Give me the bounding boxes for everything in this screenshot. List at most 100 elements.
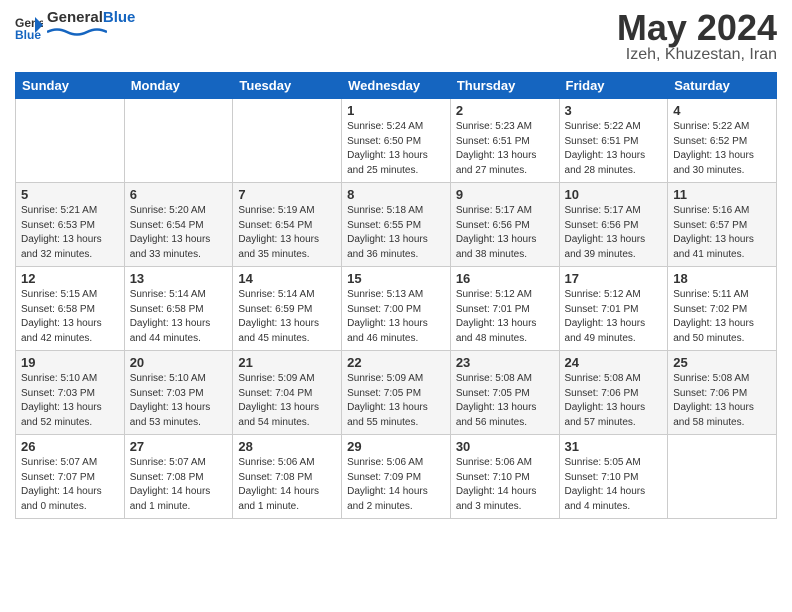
month-year: May 2024 <box>617 10 777 46</box>
table-cell: 22Sunrise: 5:09 AM Sunset: 7:05 PM Dayli… <box>342 351 451 435</box>
table-cell: 5 Sunrise: 5:21 AM Sunset: 6:53 PM Daylig… <box>16 183 125 267</box>
weekday-header-row: Sunday Monday Tuesday Wednesday Thursday… <box>16 73 777 99</box>
table-cell: 3 Sunrise: 5:22 AM Sunset: 6:51 PM Daylig… <box>559 99 668 183</box>
day-number: 18 <box>673 271 771 286</box>
table-cell: 23 Sunrise: 5:08 AM Sunset: 7:05 PM Dayli… <box>450 351 559 435</box>
day-number: 10 <box>565 187 663 202</box>
table-cell: 26 Sunrise: 5:07 AM Sunset: 7:07 PM Dayli… <box>16 435 125 519</box>
day-info: Sunrise: 5:09 AM Sunset: 7:04 PM Dayligh… <box>238 372 336 430</box>
day-number: 26 <box>21 439 119 454</box>
day-number: 14 <box>238 271 336 286</box>
table-cell: 1 Sunrise: 5:24 AM Sunset: 6:50 PM Daylig… <box>342 99 451 183</box>
table-cell <box>233 99 342 183</box>
header-saturday: Saturday <box>668 73 777 99</box>
table-cell <box>16 99 125 183</box>
day-info: Sunrise: 5:20 AM Sunset: 6:54 PM Dayligh… <box>130 204 228 262</box>
day-number: 25 <box>673 355 771 370</box>
table-cell: 9Sunrise: 5:17 AM Sunset: 6:56 PM Daylig… <box>450 183 559 267</box>
table-cell: 31 Sunrise: 5:05 AM Sunset: 7:10 PM Dayli… <box>559 435 668 519</box>
day-info: Sunrise: 5:12 AM Sunset: 7:01 PM Dayligh… <box>456 288 554 346</box>
day-number: 20 <box>130 355 228 370</box>
day-info: Sunrise: 5:19 AM Sunset: 6:54 PM Dayligh… <box>238 204 336 262</box>
day-number: 19 <box>21 355 119 370</box>
table-cell: 20 Sunrise: 5:10 AM Sunset: 7:03 PM Dayli… <box>124 351 233 435</box>
day-info: Sunrise: 5:12 AM Sunset: 7:01 PM Dayligh… <box>565 288 663 346</box>
day-info: Sunrise: 5:06 AM Sunset: 7:10 PM Dayligh… <box>456 456 554 514</box>
logo-blue: Blue <box>103 9 136 26</box>
location: Izeh, Khuzestan, Iran <box>617 46 777 64</box>
page: General Blue GeneralBlue May 2024 Izeh, … <box>0 0 792 612</box>
day-number: 1 <box>347 103 445 118</box>
day-info: Sunrise: 5:07 AM Sunset: 7:08 PM Dayligh… <box>130 456 228 514</box>
day-info: Sunrise: 5:14 AM Sunset: 6:58 PM Dayligh… <box>130 288 228 346</box>
table-cell: 30 Sunrise: 5:06 AM Sunset: 7:10 PM Dayli… <box>450 435 559 519</box>
day-number: 2 <box>456 103 554 118</box>
calendar-table: Sunday Monday Tuesday Wednesday Thursday… <box>15 72 777 519</box>
table-cell <box>668 435 777 519</box>
table-cell: 12 Sunrise: 5:15 AM Sunset: 6:58 PM Dayli… <box>16 267 125 351</box>
table-cell: 16 Sunrise: 5:12 AM Sunset: 7:01 PM Dayli… <box>450 267 559 351</box>
day-info: Sunrise: 5:08 AM Sunset: 7:05 PM Dayligh… <box>456 372 554 430</box>
table-cell: 8 Sunrise: 5:18 AM Sunset: 6:55 PM Daylig… <box>342 183 451 267</box>
table-cell: 11Sunrise: 5:16 AM Sunset: 6:57 PM Dayli… <box>668 183 777 267</box>
day-info: Sunrise: 5:08 AM Sunset: 7:06 PM Dayligh… <box>565 372 663 430</box>
header-friday: Friday <box>559 73 668 99</box>
header-tuesday: Tuesday <box>233 73 342 99</box>
day-info: Sunrise: 5:10 AM Sunset: 7:03 PM Dayligh… <box>130 372 228 430</box>
day-info: Sunrise: 5:10 AM Sunset: 7:03 PM Dayligh… <box>21 372 119 430</box>
header-thursday: Thursday <box>450 73 559 99</box>
day-info: Sunrise: 5:15 AM Sunset: 6:58 PM Dayligh… <box>21 288 119 346</box>
table-cell: 7 Sunrise: 5:19 AM Sunset: 6:54 PM Daylig… <box>233 183 342 267</box>
day-number: 23 <box>456 355 554 370</box>
week-row-2: 12 Sunrise: 5:15 AM Sunset: 6:58 PM Dayli… <box>16 267 777 351</box>
logo: General Blue GeneralBlue <box>15 10 135 44</box>
day-info: Sunrise: 5:07 AM Sunset: 7:07 PM Dayligh… <box>21 456 119 514</box>
day-number: 5 <box>21 187 119 202</box>
header-sunday: Sunday <box>16 73 125 99</box>
day-number: 31 <box>565 439 663 454</box>
day-number: 21 <box>238 355 336 370</box>
day-info: Sunrise: 5:13 AM Sunset: 7:00 PM Dayligh… <box>347 288 445 346</box>
table-cell: 19 Sunrise: 5:10 AM Sunset: 7:03 PM Dayli… <box>16 351 125 435</box>
day-number: 8 <box>347 187 445 202</box>
day-number: 12 <box>21 271 119 286</box>
table-cell: 6Sunrise: 5:20 AM Sunset: 6:54 PM Daylig… <box>124 183 233 267</box>
day-number: 24 <box>565 355 663 370</box>
day-info: Sunrise: 5:05 AM Sunset: 7:10 PM Dayligh… <box>565 456 663 514</box>
table-cell: 25Sunrise: 5:08 AM Sunset: 7:06 PM Dayli… <box>668 351 777 435</box>
day-info: Sunrise: 5:18 AM Sunset: 6:55 PM Dayligh… <box>347 204 445 262</box>
table-cell: 18Sunrise: 5:11 AM Sunset: 7:02 PM Dayli… <box>668 267 777 351</box>
table-cell: 10 Sunrise: 5:17 AM Sunset: 6:56 PM Dayli… <box>559 183 668 267</box>
day-number: 4 <box>673 103 771 118</box>
week-row-4: 26 Sunrise: 5:07 AM Sunset: 7:07 PM Dayli… <box>16 435 777 519</box>
table-cell: 17 Sunrise: 5:12 AM Sunset: 7:01 PM Dayli… <box>559 267 668 351</box>
day-info: Sunrise: 5:17 AM Sunset: 6:56 PM Dayligh… <box>565 204 663 262</box>
day-info: Sunrise: 5:16 AM Sunset: 6:57 PM Dayligh… <box>673 204 771 262</box>
day-number: 16 <box>456 271 554 286</box>
day-info: Sunrise: 5:22 AM Sunset: 6:51 PM Dayligh… <box>565 120 663 178</box>
day-info: Sunrise: 5:22 AM Sunset: 6:52 PM Dayligh… <box>673 120 771 178</box>
table-cell: 13Sunrise: 5:14 AM Sunset: 6:58 PM Dayli… <box>124 267 233 351</box>
day-info: Sunrise: 5:23 AM Sunset: 6:51 PM Dayligh… <box>456 120 554 178</box>
day-number: 17 <box>565 271 663 286</box>
logo-general: General <box>47 9 103 26</box>
day-number: 7 <box>238 187 336 202</box>
day-number: 3 <box>565 103 663 118</box>
table-cell: 15Sunrise: 5:13 AM Sunset: 7:00 PM Dayli… <box>342 267 451 351</box>
week-row-1: 5 Sunrise: 5:21 AM Sunset: 6:53 PM Daylig… <box>16 183 777 267</box>
day-info: Sunrise: 5:09 AM Sunset: 7:05 PM Dayligh… <box>347 372 445 430</box>
header: General Blue GeneralBlue May 2024 Izeh, … <box>15 10 777 64</box>
table-cell: 24 Sunrise: 5:08 AM Sunset: 7:06 PM Dayli… <box>559 351 668 435</box>
week-row-3: 19 Sunrise: 5:10 AM Sunset: 7:03 PM Dayli… <box>16 351 777 435</box>
table-cell <box>124 99 233 183</box>
table-cell: 14 Sunrise: 5:14 AM Sunset: 6:59 PM Dayli… <box>233 267 342 351</box>
day-info: Sunrise: 5:06 AM Sunset: 7:09 PM Dayligh… <box>347 456 445 514</box>
day-info: Sunrise: 5:24 AM Sunset: 6:50 PM Dayligh… <box>347 120 445 178</box>
day-number: 30 <box>456 439 554 454</box>
header-wednesday: Wednesday <box>342 73 451 99</box>
table-cell: 27Sunrise: 5:07 AM Sunset: 7:08 PM Dayli… <box>124 435 233 519</box>
svg-text:Blue: Blue <box>15 28 41 41</box>
day-info: Sunrise: 5:14 AM Sunset: 6:59 PM Dayligh… <box>238 288 336 346</box>
table-cell: 4 Sunrise: 5:22 AM Sunset: 6:52 PM Daylig… <box>668 99 777 183</box>
day-info: Sunrise: 5:21 AM Sunset: 6:53 PM Dayligh… <box>21 204 119 262</box>
